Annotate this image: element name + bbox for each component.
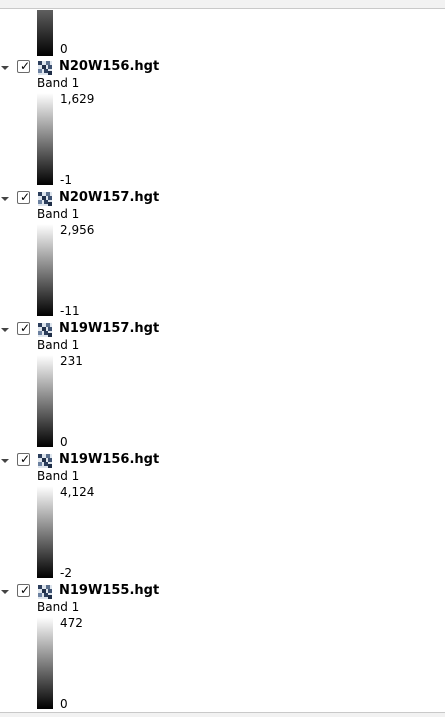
layer-visibility-checkbox[interactable]: ✓: [17, 452, 31, 466]
ramp-min-label: 0: [60, 697, 68, 711]
layer-visibility-checkbox[interactable]: ✓: [17, 321, 31, 335]
color-ramp: [37, 486, 53, 578]
band-label: Band 1: [37, 600, 80, 614]
ramp-min-label: -11: [60, 304, 80, 318]
ramp-max-label: 4,124: [60, 485, 95, 499]
color-ramp: [37, 10, 53, 56]
checkmark-icon: ✓: [20, 452, 31, 466]
band-label: Band 1: [37, 338, 80, 352]
checkmark-icon: ✓: [20, 321, 31, 335]
layer-item[interactable]: ✓ N20W157.hgt Band 1 2,956 -11: [0, 190, 445, 322]
color-ramp: [37, 617, 53, 709]
color-ramp: [37, 93, 53, 185]
layer-visibility-checkbox[interactable]: ✓: [17, 190, 31, 204]
layer-visibility-checkbox[interactable]: ✓: [17, 583, 31, 597]
layer-visibility-checkbox[interactable]: ✓: [17, 59, 31, 73]
raster-layer-icon: [38, 323, 52, 337]
ramp-min-label: 0: [60, 42, 68, 56]
collapse-arrow-icon[interactable]: [0, 457, 10, 465]
layer-item[interactable]: ✓ N19W155.hgt Band 1 472 0: [0, 583, 445, 715]
layer-name[interactable]: N19W157.hgt: [59, 321, 159, 337]
layer-name[interactable]: N19W156.hgt: [59, 452, 159, 468]
layer-item[interactable]: ✓ N19W156.hgt Band 1 4,124 -2: [0, 452, 445, 584]
collapse-arrow-icon[interactable]: [0, 195, 10, 203]
ramp-min-label: -1: [60, 173, 72, 187]
layer-name[interactable]: N20W157.hgt: [59, 190, 159, 206]
raster-layer-icon: [38, 454, 52, 468]
ramp-max-label: 1,629: [60, 92, 95, 106]
ramp-max-label: 472: [60, 616, 83, 630]
checkmark-icon: ✓: [20, 190, 31, 204]
ramp-min-label: 0: [60, 435, 68, 449]
checkmark-icon: ✓: [20, 59, 31, 73]
layers-tree[interactable]: 0 ✓ N20W156.hgt Band 1 1,629 -1 ✓ N20W15…: [0, 0, 445, 716]
ramp-min-label: -2: [60, 566, 72, 580]
raster-layer-icon: [38, 585, 52, 599]
color-ramp: [37, 224, 53, 316]
layer-name[interactable]: N20W156.hgt: [59, 59, 159, 75]
ramp-max-label: 2,956: [60, 223, 95, 237]
layer-item[interactable]: ✓ N20W156.hgt Band 1 1,629 -1: [0, 59, 445, 191]
band-label: Band 1: [37, 469, 80, 483]
checkmark-icon: ✓: [20, 583, 31, 597]
color-ramp: [37, 355, 53, 447]
collapse-arrow-icon[interactable]: [0, 588, 10, 596]
layer-item[interactable]: ✓ N19W157.hgt Band 1 231 0: [0, 321, 445, 453]
collapse-arrow-icon[interactable]: [0, 64, 10, 72]
band-label: Band 1: [37, 207, 80, 221]
raster-layer-icon: [38, 61, 52, 75]
raster-layer-icon: [38, 192, 52, 206]
ramp-max-label: 231: [60, 354, 83, 368]
collapse-arrow-icon[interactable]: [0, 326, 10, 334]
horizontal-scrollbar[interactable]: [0, 712, 445, 717]
layer-name[interactable]: N19W155.hgt: [59, 583, 159, 599]
band-label: Band 1: [37, 76, 80, 90]
